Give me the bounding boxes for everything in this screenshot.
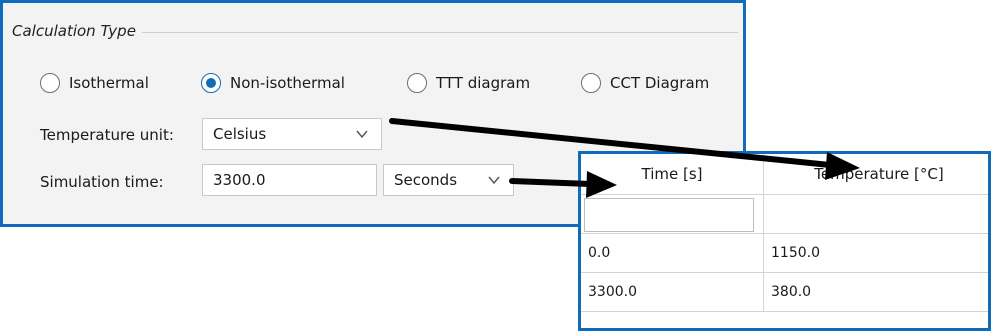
table-header: Time [s] Temperature [°C] [581, 154, 988, 195]
radio-isothermal-label: Isothermal [69, 74, 149, 92]
radio-isothermal[interactable]: Isothermal [40, 71, 149, 95]
radio-ttt-diagram-indicator[interactable] [407, 73, 427, 93]
column-header-temperature[interactable]: Temperature [°C] [764, 154, 988, 194]
radio-cct-diagram[interactable]: CCT Diagram [581, 71, 709, 95]
table-row[interactable]: 0.0 1150.0 [581, 234, 988, 273]
simulation-time-input[interactable]: 3300.0 [202, 164, 377, 196]
temperature-cell[interactable]: 380.0 [764, 273, 988, 311]
table-row[interactable] [581, 195, 988, 234]
radio-ttt-diagram[interactable]: TTT diagram [407, 71, 530, 95]
temperature-cell[interactable] [764, 195, 988, 233]
time-cell-editor[interactable] [584, 198, 754, 232]
time-cell[interactable]: 3300.0 [581, 273, 763, 311]
table-row[interactable]: 3300.0 380.0 [581, 273, 988, 312]
time-cell[interactable]: 0.0 [581, 234, 763, 272]
temperature-unit-select[interactable]: Celsius [202, 118, 382, 150]
column-divider [763, 154, 764, 312]
radio-cct-diagram-label: CCT Diagram [610, 74, 710, 92]
radio-non-isothermal[interactable]: Non-isothermal [201, 71, 345, 95]
temperature-unit-label: Temperature unit: [40, 126, 174, 144]
simulation-time-label: Simulation time: [40, 173, 164, 191]
column-header-time[interactable]: Time [s] [581, 154, 763, 194]
temperature-unit-value: Celsius [213, 125, 267, 143]
time-unit-value: Seconds [394, 171, 458, 189]
chevron-down-icon [488, 176, 500, 185]
radio-non-isothermal-indicator[interactable] [201, 73, 221, 93]
temperature-profile-table-panel: Time [s] Temperature [°C] 0.0 1150.0 330… [578, 151, 991, 331]
radio-cct-diagram-indicator[interactable] [581, 73, 601, 93]
calculation-type-title: Calculation Type [12, 22, 142, 40]
radio-isothermal-indicator[interactable] [40, 73, 60, 93]
radio-ttt-diagram-label: TTT diagram [436, 74, 531, 92]
simulation-time-value: 3300.0 [213, 171, 266, 189]
radio-non-isothermal-label: Non-isothermal [230, 74, 345, 92]
chevron-down-icon [356, 130, 368, 139]
time-unit-select[interactable]: Seconds [383, 164, 514, 196]
temperature-cell[interactable]: 1150.0 [764, 234, 988, 272]
